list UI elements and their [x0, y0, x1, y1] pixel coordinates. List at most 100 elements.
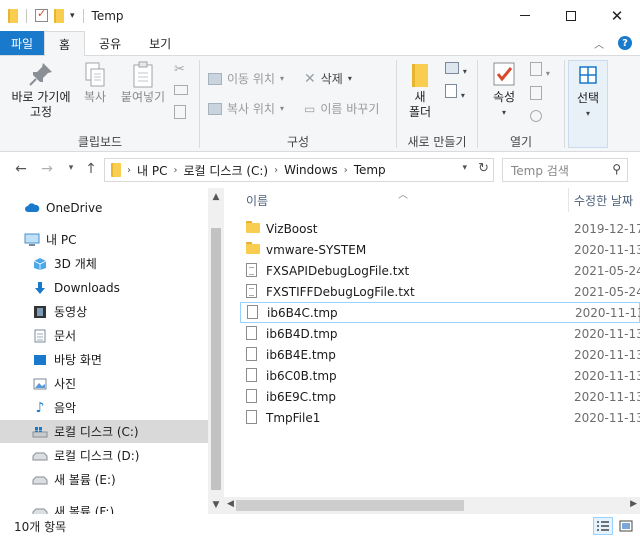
- new-folder-button[interactable]: 새 폴더: [403, 60, 437, 120]
- file-row[interactable]: VizBoost 2019-12-17: [240, 218, 640, 239]
- nav-item-local-disk-d[interactable]: 로컬 디스크 (D:): [0, 444, 208, 467]
- file-date: 2021-05-24: [574, 284, 640, 299]
- pin-to-quick-access-button[interactable]: 바로 가기에 고정: [6, 60, 76, 120]
- tab-share[interactable]: 공유: [85, 31, 135, 55]
- search-box[interactable]: Temp 검색 ⚲: [502, 158, 628, 182]
- edit-button[interactable]: [530, 86, 542, 103]
- history-button[interactable]: [530, 110, 542, 125]
- new-folder-icon[interactable]: [54, 8, 64, 23]
- file-date: 2020-11-13: [574, 326, 640, 341]
- file-name: ib6B4C.tmp: [267, 305, 338, 320]
- collapse-ribbon-chevron-icon[interactable]: ︿: [594, 36, 604, 51]
- file-row[interactable]: TmpFile1 2020-11-13: [240, 407, 640, 428]
- paste-button[interactable]: 붙여넣기: [118, 60, 168, 105]
- open-button[interactable]: ▾: [530, 62, 550, 79]
- address-history-chevron-icon[interactable]: ▾: [462, 163, 467, 173]
- breadcrumb-temp[interactable]: Temp: [354, 163, 386, 177]
- nav-item-volume-f[interactable]: 새 볼륨 (F:): [0, 500, 208, 514]
- tab-view[interactable]: 보기: [135, 31, 185, 55]
- large-icons-view-button[interactable]: [616, 517, 636, 535]
- nav-item-this-pc[interactable]: 내 PC: [0, 228, 208, 251]
- delete-button[interactable]: ✕ 삭제 ▾: [304, 70, 352, 87]
- nav-item-documents[interactable]: 문서: [0, 324, 208, 347]
- file-row[interactable]: vmware-SYSTEM 2020-11-13: [240, 239, 640, 260]
- close-button[interactable]: ✕: [594, 0, 640, 31]
- breadcrumb-this-pc[interactable]: 내 PC: [137, 162, 167, 179]
- new-item-button[interactable]: ▾: [445, 62, 467, 77]
- file-name: FXSAPIDebugLogFile.txt: [266, 263, 410, 278]
- help-icon[interactable]: ?: [618, 36, 632, 50]
- ribbon: 바로 가기에 고정 복사 붙여넣기 ✂ 클립보드 이동 위치 ▾ ✕ 삭제 ▾ …: [0, 56, 640, 152]
- tab-file[interactable]: 파일: [0, 31, 44, 55]
- nav-item-local-disk-c[interactable]: 로컬 디스크 (C:): [0, 420, 208, 443]
- properties-icon: [493, 62, 515, 86]
- nav-item-volume-e[interactable]: 새 볼륨 (E:): [0, 468, 208, 491]
- file-row[interactable]: ib6C0B.tmp 2020-11-13: [240, 365, 640, 386]
- column-header-date[interactable]: 수정한 날짜: [574, 188, 633, 212]
- tab-home[interactable]: 홈: [44, 31, 86, 56]
- nav-pane-scrollbar[interactable]: ▲ ▼: [208, 188, 224, 514]
- copy-path-button[interactable]: [174, 85, 188, 95]
- recent-locations-chevron-icon[interactable]: ▾: [60, 163, 82, 173]
- scroll-left-icon[interactable]: ◀: [227, 499, 234, 509]
- maximize-button[interactable]: [548, 0, 594, 31]
- forward-arrow-icon[interactable]: →: [36, 161, 58, 177]
- nav-item-pictures[interactable]: 사진: [0, 372, 208, 395]
- properties-icon[interactable]: [35, 7, 48, 22]
- navigation-row: ← → ▾ ↑ › 내 PC › 로컬 디스크 (C:) › Windows ›…: [0, 153, 640, 188]
- copy-to-button[interactable]: 복사 위치 ▾: [208, 100, 284, 117]
- scissors-icon: ✂: [174, 62, 185, 77]
- film-icon: [32, 305, 48, 319]
- move-to-button[interactable]: 이동 위치 ▾: [208, 70, 284, 87]
- nav-item-downloads[interactable]: Downloads: [0, 276, 208, 299]
- scroll-right-icon[interactable]: ▶: [630, 499, 637, 509]
- file-row[interactable]: ib6B4E.tmp 2020-11-13: [240, 344, 640, 365]
- easy-access-button[interactable]: ▾: [445, 84, 465, 101]
- nav-item-desktop[interactable]: 바탕 화면: [0, 348, 208, 371]
- scrollbar-thumb[interactable]: [211, 228, 221, 490]
- chevron-down-icon: ▾: [545, 69, 550, 78]
- nav-item-label: OneDrive: [46, 200, 103, 215]
- file-row[interactable]: FXSAPIDebugLogFile.txt 2021-05-24: [240, 260, 640, 281]
- file-row[interactable]: FXSTIFFDebugLogFile.txt 2021-05-24: [240, 281, 640, 302]
- nav-item-videos[interactable]: 동영상: [0, 300, 208, 323]
- column-divider[interactable]: [568, 188, 569, 212]
- file-row[interactable]: ib6B4D.tmp 2020-11-13: [240, 323, 640, 344]
- breadcrumb-chevron-icon[interactable]: ›: [344, 165, 348, 176]
- breadcrumb-chevron-icon[interactable]: ›: [274, 165, 278, 176]
- file-row[interactable]: ib6B4C.tmp 2020-11-13: [240, 302, 640, 323]
- minimize-button[interactable]: [502, 0, 548, 31]
- properties-button[interactable]: 속성 ▾: [484, 60, 524, 120]
- cut-button[interactable]: ✂: [174, 62, 185, 77]
- search-icon[interactable]: ⚲: [612, 162, 621, 176]
- paste-shortcut-button[interactable]: [174, 105, 186, 119]
- document-icon: [32, 329, 48, 343]
- clipboard-icon: [133, 61, 153, 88]
- move-to-icon: [208, 72, 222, 85]
- up-arrow-icon[interactable]: ↑: [80, 161, 102, 177]
- details-view-button[interactable]: [593, 517, 613, 535]
- nav-item-music[interactable]: ♪ 음악: [0, 396, 208, 419]
- scroll-up-icon[interactable]: ▲: [208, 192, 224, 202]
- select-button[interactable]: 선택 ▾: [568, 60, 608, 148]
- file-row[interactable]: ib6E9C.tmp 2020-11-13: [240, 386, 640, 407]
- copy-button[interactable]: 복사: [78, 60, 112, 105]
- breadcrumb-local-disk-c[interactable]: 로컬 디스크 (C:): [183, 162, 268, 179]
- rename-button[interactable]: ▭ 이름 바꾸기: [304, 100, 379, 117]
- large-icons-view-icon: [619, 520, 633, 532]
- nav-item-label: 내 PC: [46, 233, 77, 247]
- refresh-icon[interactable]: ↻: [478, 161, 489, 176]
- breadcrumb-windows[interactable]: Windows: [284, 163, 338, 177]
- back-arrow-icon[interactable]: ←: [10, 161, 32, 177]
- breadcrumb-chevron-icon[interactable]: ›: [173, 165, 177, 176]
- column-header-name[interactable]: 이름: [246, 188, 268, 212]
- nav-item-3d-objects[interactable]: 3D 개체: [0, 252, 208, 275]
- nav-item-onedrive[interactable]: OneDrive: [0, 196, 208, 219]
- scroll-down-icon[interactable]: ▼: [208, 500, 224, 510]
- ribbon-tabs: 파일 홈 공유 보기 ︿ ?: [0, 31, 640, 56]
- customize-qat-chevron-icon[interactable]: ▾: [70, 11, 75, 21]
- breadcrumb-chevron-icon[interactable]: ›: [127, 165, 131, 176]
- address-bar[interactable]: › 내 PC › 로컬 디스크 (C:) › Windows › Temp ▾ …: [104, 158, 494, 182]
- scrollbar-thumb[interactable]: [236, 500, 464, 511]
- file-list-horizontal-scrollbar[interactable]: ◀ ▶: [224, 497, 640, 514]
